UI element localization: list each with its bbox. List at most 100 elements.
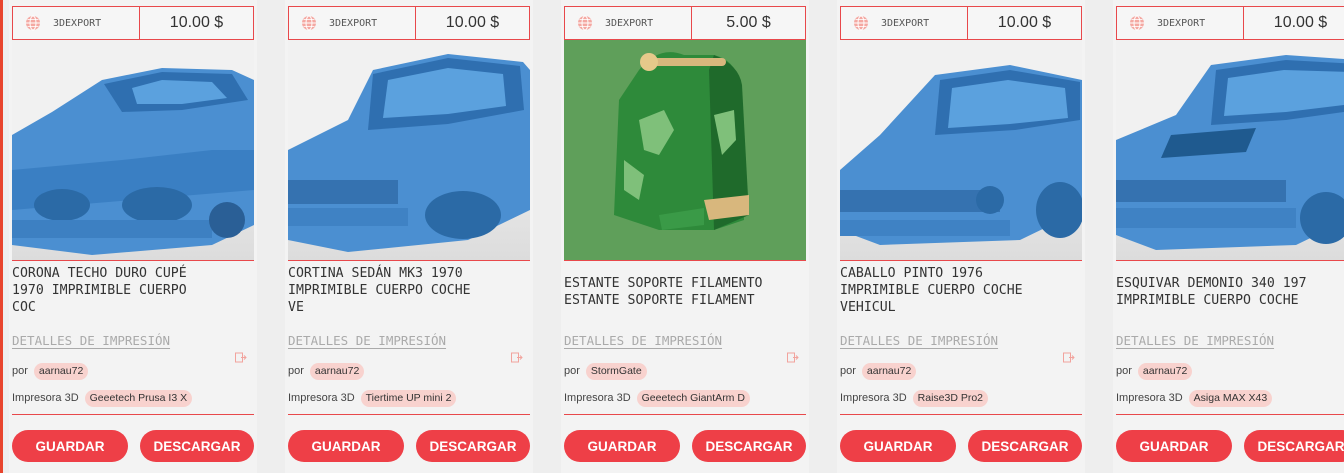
author-tag[interactable]: aarnau72 xyxy=(861,362,917,380)
printer-line: Impresora 3D Geeetech GiantArm D xyxy=(564,389,750,407)
model-title[interactable]: CORTINA SEDÁN MK3 1970 IMPRIMIBLE CUERPO… xyxy=(288,265,528,316)
divider xyxy=(564,414,806,415)
card-header: 3DEXPORT 10.00 $ xyxy=(840,6,1082,40)
globe-icon xyxy=(302,15,316,31)
car-model-image xyxy=(840,65,1082,245)
author-tag[interactable]: aarnau72 xyxy=(33,362,89,380)
download-button[interactable]: DESCARGAR xyxy=(968,430,1082,462)
price: 10.00 $ xyxy=(445,14,500,31)
source-badge[interactable]: 3DEXPORT xyxy=(13,7,140,39)
price: 10.00 $ xyxy=(997,14,1052,31)
printer-label: Impresora 3D xyxy=(564,392,631,404)
globe-icon xyxy=(854,15,868,31)
author-line: por aarnau72 xyxy=(1116,362,1193,380)
left-accent-bar xyxy=(0,0,3,473)
globe-icon xyxy=(26,15,40,31)
divider xyxy=(1116,414,1344,415)
save-button[interactable]: GUARDAR xyxy=(564,430,680,462)
save-button[interactable]: GUARDAR xyxy=(1116,430,1232,462)
download-button[interactable]: DESCARGAR xyxy=(692,430,806,462)
printer-line: Impresora 3D Asiga MAX X43 xyxy=(1116,389,1273,407)
by-label: por xyxy=(288,365,304,377)
globe-icon xyxy=(1130,15,1144,31)
model-card: 3DEXPORT 5.00 $ ESTANTE SOPORTE FILAMENT… xyxy=(561,0,809,473)
source-badge[interactable]: 3DEXPORT xyxy=(289,7,416,39)
card-header: 3DEXPORT 10.00 $ xyxy=(12,6,254,40)
save-button[interactable]: GUARDAR xyxy=(288,430,404,462)
download-button[interactable]: DESCARGAR xyxy=(1244,430,1344,462)
author-tag[interactable]: aarnau72 xyxy=(309,362,365,380)
card-header: 3DEXPORT 10.00 $ xyxy=(288,6,530,40)
download-button[interactable]: DESCARGAR xyxy=(140,430,254,462)
external-link-icon[interactable] xyxy=(511,352,523,363)
printer-tag[interactable]: Tiertime UP mini 2 xyxy=(360,389,457,407)
filament-stand-image xyxy=(614,52,749,231)
by-label: por xyxy=(12,365,28,377)
source-name: 3DEXPORT xyxy=(605,17,654,29)
model-thumbnail[interactable] xyxy=(840,40,1082,261)
author-line: por aarnau72 xyxy=(840,362,917,380)
divider xyxy=(12,414,254,415)
author-line: por StormGate xyxy=(564,362,647,380)
model-title[interactable]: ESQUIVAR DEMONIO 340 197 IMPRIMIBLE CUER… xyxy=(1116,275,1344,309)
model-card: 3DEXPORT 10.00 $ CORTINA SEDÁN MK3 1970 … xyxy=(285,0,533,473)
print-details-link[interactable]: DETALLES DE IMPRESIÓN xyxy=(288,333,446,348)
car-model-image xyxy=(1116,55,1344,250)
divider xyxy=(840,414,1082,415)
model-card: 3DEXPORT 10.00 $ ESQUIVAR DEMONIO 340 19… xyxy=(1113,0,1344,473)
print-details-link[interactable]: DETALLES DE IMPRESIÓN xyxy=(12,333,170,348)
card-header: 3DEXPORT 5.00 $ xyxy=(564,6,806,40)
print-details-link[interactable]: DETALLES DE IMPRESIÓN xyxy=(1116,333,1274,348)
external-link-icon[interactable] xyxy=(235,352,247,363)
car-model-image xyxy=(12,68,254,255)
model-title[interactable]: CORONA TECHO DURO CUPÉ 1970 IMPRIMIBLE C… xyxy=(12,265,252,316)
model-title[interactable]: CABALLO PINTO 1976 IMPRIMIBLE CUERPO COC… xyxy=(840,265,1080,316)
printer-line: Impresora 3D Raise3D Pro2 xyxy=(840,389,989,407)
source-name: 3DEXPORT xyxy=(881,17,930,29)
printer-tag[interactable]: Raise3D Pro2 xyxy=(912,389,989,407)
globe-icon xyxy=(578,15,592,31)
model-title[interactable]: ESTANTE SOPORTE FILAMENTO ESTANTE SOPORT… xyxy=(564,275,804,309)
divider xyxy=(288,414,530,415)
print-details-link[interactable]: DETALLES DE IMPRESIÓN xyxy=(564,333,722,348)
model-thumbnail[interactable] xyxy=(12,40,254,261)
save-button[interactable]: GUARDAR xyxy=(840,430,956,462)
source-name: 3DEXPORT xyxy=(1157,17,1206,29)
author-tag[interactable]: StormGate xyxy=(585,362,647,380)
external-link-icon[interactable] xyxy=(787,352,799,363)
printer-line: Impresora 3D Tiertime UP mini 2 xyxy=(288,389,457,407)
download-button[interactable]: DESCARGAR xyxy=(416,430,530,462)
model-card: 3DEXPORT 10.00 $ CABALLO PINTO 1976 IMPR… xyxy=(837,0,1085,473)
price: 10.00 $ xyxy=(1273,14,1328,31)
printer-label: Impresora 3D xyxy=(840,392,907,404)
printer-tag[interactable]: Asiga MAX X43 xyxy=(1188,389,1273,407)
save-button[interactable]: GUARDAR xyxy=(12,430,128,462)
printer-tag[interactable]: Geeetech GiantArm D xyxy=(636,389,750,407)
author-line: por aarnau72 xyxy=(12,362,89,380)
price: 10.00 $ xyxy=(169,14,224,31)
printer-tag[interactable]: Geeetech Prusa I3 X xyxy=(84,389,193,407)
source-badge[interactable]: 3DEXPORT xyxy=(1117,7,1244,39)
by-label: por xyxy=(1116,365,1132,377)
source-name: 3DEXPORT xyxy=(329,17,378,29)
source-name: 3DEXPORT xyxy=(53,17,102,29)
model-thumbnail[interactable] xyxy=(564,40,806,261)
price: 5.00 $ xyxy=(726,14,771,31)
by-label: por xyxy=(564,365,580,377)
printer-line: Impresora 3D Geeetech Prusa I3 X xyxy=(12,389,193,407)
printer-label: Impresora 3D xyxy=(12,392,79,404)
model-card: 3DEXPORT 10.00 $ CORONA TECHO DURO CUPÉ … xyxy=(9,0,257,473)
author-line: por aarnau72 xyxy=(288,362,365,380)
model-thumbnail[interactable] xyxy=(1116,40,1344,261)
card-header: 3DEXPORT 10.00 $ xyxy=(1116,6,1344,40)
by-label: por xyxy=(840,365,856,377)
external-link-icon[interactable] xyxy=(1063,352,1075,363)
source-badge[interactable]: 3DEXPORT xyxy=(565,7,692,39)
printer-label: Impresora 3D xyxy=(1116,392,1183,404)
source-badge[interactable]: 3DEXPORT xyxy=(841,7,968,39)
print-details-link[interactable]: DETALLES DE IMPRESIÓN xyxy=(840,333,998,348)
car-model-image xyxy=(288,54,530,252)
author-tag[interactable]: aarnau72 xyxy=(1137,362,1193,380)
printer-label: Impresora 3D xyxy=(288,392,355,404)
model-thumbnail[interactable] xyxy=(288,40,530,261)
